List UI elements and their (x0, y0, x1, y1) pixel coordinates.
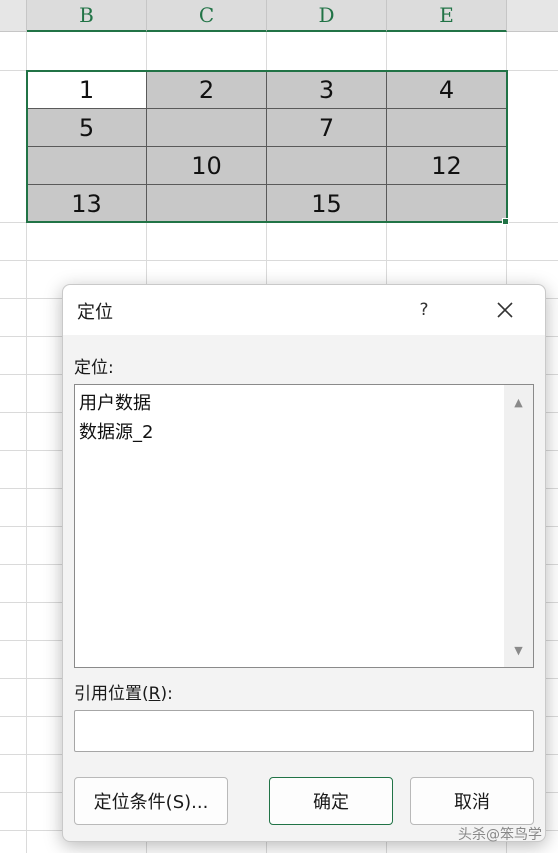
goto-dialog: 定位 ? 定位: 用户数据 数据源_2 ▲ ▼ 引用位置(R): 定位条件(S)… (62, 284, 546, 842)
reference-input[interactable] (74, 710, 534, 752)
reference-label-prefix: 引用位置( (74, 684, 149, 704)
column-header-c[interactable]: C (147, 0, 267, 32)
cancel-button[interactable]: 取消 (410, 777, 534, 825)
cell-d2[interactable]: 3 (267, 71, 387, 109)
dialog-title: 定位 (77, 302, 113, 323)
cell-e2[interactable]: 4 (387, 71, 507, 109)
reference-label-accesskey: R (148, 684, 161, 704)
list-item[interactable]: 数据源_2 (79, 418, 153, 444)
column-header-a[interactable] (0, 0, 27, 32)
column-header-b[interactable]: B (27, 0, 147, 32)
cell-b2[interactable]: 1 (27, 71, 147, 109)
close-icon (497, 302, 513, 318)
goto-listbox[interactable]: 用户数据 数据源_2 ▲ ▼ (74, 384, 534, 668)
goto-label: 定位: (74, 358, 114, 378)
vertical-scrollbar[interactable]: ▲ ▼ (504, 385, 533, 667)
close-button[interactable] (483, 291, 527, 329)
special-button[interactable]: 定位条件(S)... (74, 777, 228, 825)
list-item[interactable]: 用户数据 (79, 389, 151, 415)
help-button[interactable]: ? (411, 291, 437, 329)
reference-label-suffix: ): (160, 684, 173, 704)
gridline (0, 260, 558, 261)
scroll-down-arrow-icon[interactable]: ▼ (512, 644, 525, 657)
cell-b3[interactable]: 5 (27, 109, 147, 147)
cell-b5[interactable]: 13 (27, 185, 147, 223)
cell-c2[interactable]: 2 (147, 71, 267, 109)
cell-c5[interactable] (147, 185, 267, 223)
scroll-up-arrow-icon[interactable]: ▲ (512, 396, 525, 409)
dialog-titlebar[interactable]: 定位 ? (63, 285, 545, 335)
cell-c4[interactable]: 10 (147, 147, 267, 185)
cell-d3[interactable]: 7 (267, 109, 387, 147)
cell-c3[interactable] (147, 109, 267, 147)
reference-label: 引用位置(R): (74, 679, 173, 704)
column-header-f[interactable] (507, 0, 558, 32)
column-header-e[interactable]: E (387, 0, 507, 32)
cell-e4[interactable]: 12 (387, 147, 507, 185)
fill-handle[interactable] (502, 218, 509, 225)
cell-d4[interactable] (267, 147, 387, 185)
cell-e3[interactable] (387, 109, 507, 147)
column-header-d[interactable]: D (267, 0, 387, 32)
ok-button[interactable]: 确定 (269, 777, 393, 825)
cell-e5[interactable] (387, 185, 507, 223)
cell-d5[interactable]: 15 (267, 185, 387, 223)
cell-b4[interactable] (27, 147, 147, 185)
watermark: 头杀@笨鸟学 (458, 827, 542, 843)
column-header-bar: B C D E (0, 0, 558, 32)
